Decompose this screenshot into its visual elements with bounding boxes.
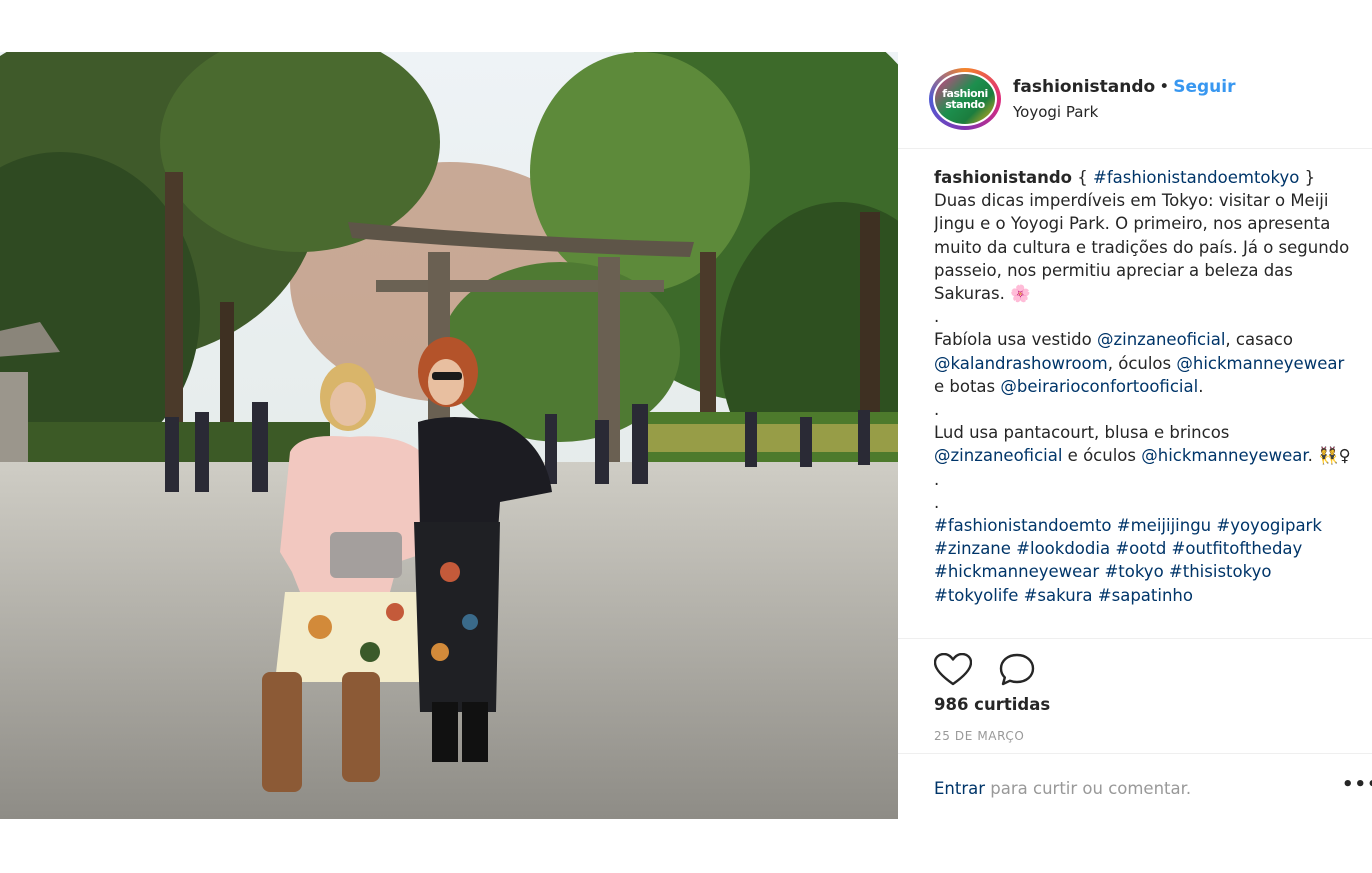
hashtag-link[interactable]: #zinzane [934,539,1011,558]
post-caption: fashionistando { #fashionistandoemtokyo … [934,166,1354,638]
caption-lud-line: Lud usa pantacourt, blusa e brincos @zin… [934,421,1354,467]
caption-text: , óculos [1107,353,1177,373]
caption-title-hashtag[interactable]: #fashionistandoemtokyo [1093,168,1299,187]
post-actions: 986 curtidas 25 DE MARÇO [898,638,1372,754]
hashtag-link[interactable]: #tokyolife [934,586,1018,605]
hashtag-link[interactable]: #meijijingu [1117,516,1211,535]
hashtag-link[interactable]: #sakura [1024,586,1093,605]
caption-text: e óculos [1062,446,1142,466]
caption-dot: . [934,400,940,420]
hashtag-link[interactable]: #sapatinho [1098,586,1193,605]
caption-dot: . [934,492,940,512]
caption-text: . 👯♀ [1307,446,1351,466]
follow-button[interactable]: Seguir [1173,77,1235,97]
hashtag-link[interactable]: #hickmanneyewear [934,562,1099,581]
post-side-panel: fashionistando fashionistando • Seguir Yoy… [898,52,1372,819]
post-header-user-line: fashionistando • Seguir [1013,77,1236,97]
post-username[interactable]: fashionistando [1013,77,1155,97]
mention-link[interactable]: @kalandrashowroom [934,354,1108,373]
caption-brace-open: { [1077,168,1088,187]
post-location[interactable]: Yoyogi Park [1013,103,1098,121]
caption-text: . [1198,376,1204,396]
caption-first-line: fashionistando { #fashionistandoemtokyo … [934,166,1354,305]
comment-icon[interactable] [998,653,1036,687]
caption-text: e botas [934,376,1001,396]
caption-fabiola-line: Fabíola usa vestido @zinzaneoficial, cas… [934,328,1354,398]
heart-icon[interactable] [934,653,972,687]
more-options-icon[interactable]: ••• [1342,774,1372,795]
mention-link[interactable]: @beirarioconfortooficial [1000,377,1198,396]
login-prompt-text: para curtir ou comentar. [985,779,1192,798]
hashtag-link[interactable]: #outfitoftheday [1172,539,1303,558]
post-photo[interactable] [0,52,898,819]
action-icons [934,653,1036,687]
caption-text: , casaco [1225,330,1293,350]
hashtag-link[interactable]: #lookdodia [1016,539,1110,558]
mention-link[interactable]: @hickmanneyewear [1141,446,1307,465]
hashtag-link[interactable]: #ootd [1115,539,1166,558]
mention-link[interactable]: @zinzaneoficial [934,446,1062,465]
login-link[interactable]: Entrar [934,779,985,798]
hashtag-link[interactable]: #tokyo [1104,562,1163,581]
caption-hashtags: #fashionistandoemto #meijijingu #yoyogip… [934,514,1354,607]
hashtag-link[interactable]: #thisistokyo [1169,562,1272,581]
avatar[interactable]: fashionistando [929,68,1001,130]
avatar-logo-text: fashionistando [942,87,988,111]
avatar-image: fashionistando [933,72,997,126]
login-prompt: Entrar para curtir ou comentar. [934,779,1191,798]
post-date: 25 DE MARÇO [934,729,1025,743]
mention-link[interactable]: @zinzaneoficial [1097,330,1225,349]
caption-intro-text: Duas dicas imperdíveis em Tokyo: visitar… [934,191,1350,304]
post-photo-image [0,52,898,819]
caption-dot: . [934,469,940,489]
hashtag-link[interactable]: #fashionistandoemto [934,516,1112,535]
caption-text: Lud usa pantacourt, blusa e brincos [934,423,1230,443]
mention-link[interactable]: @hickmanneyewear [1176,354,1344,373]
caption-text: Fabíola usa vestido [934,330,1097,350]
post-header: fashionistando fashionistando • Seguir Yoy… [898,52,1372,149]
hashtag-link[interactable]: #yoyogipark [1216,516,1322,535]
caption-username[interactable]: fashionistando [934,168,1072,187]
caption-brace-close: } [1304,168,1316,187]
caption-dot: . [934,307,940,327]
separator-dot: • [1159,77,1170,97]
likes-count[interactable]: 986 curtidas [934,695,1050,714]
